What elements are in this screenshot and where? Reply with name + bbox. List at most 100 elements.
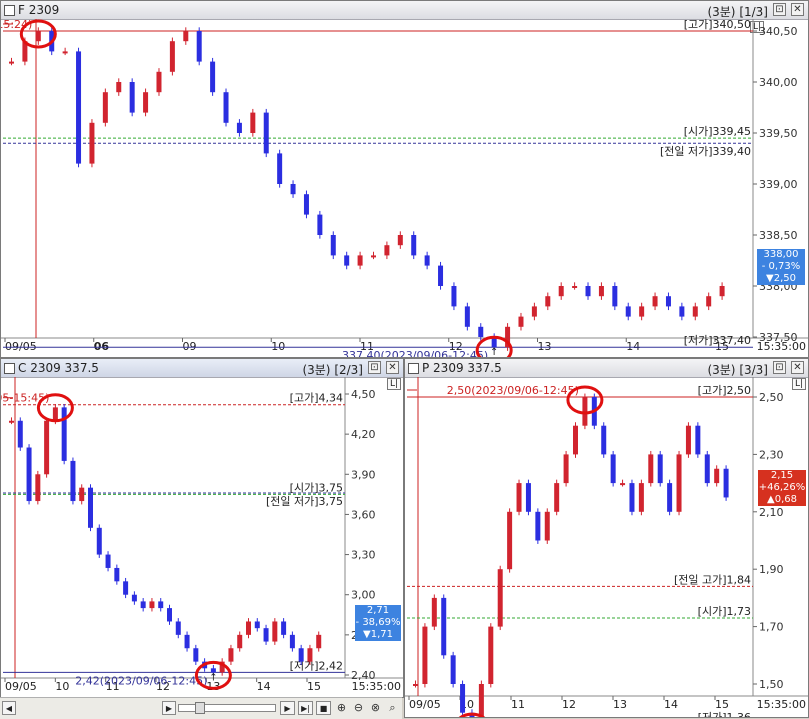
low-arrow: ↑ [209,672,217,683]
x-tick-label: 09/05 [5,680,37,693]
y-tick-label: 339,50 [759,127,798,140]
settings-icon[interactable]: ⊡ [773,3,786,16]
candle-body [9,61,14,64]
x-tick-label: 14 [626,340,640,353]
y-tick-label: 2,50 [759,391,784,404]
candle-body [460,684,466,713]
candle-body [52,407,58,421]
y-tick-label: 340,50 [759,25,798,38]
candle-body [123,581,129,595]
step-button[interactable]: ▶| [298,701,313,715]
candle-body [397,235,403,246]
price-chart-f[interactable]: 340,50 340,00 339,50 339,00 338,50 338,00 337,… [1,19,808,358]
candle-body [620,483,626,486]
candle-body [714,468,720,484]
period-label: (3분) [302,363,331,377]
y-tick-label: 3,90 [351,468,376,481]
candle-body [525,483,531,512]
x-tick-label: 15 [715,698,729,711]
title-bar: F 2309 (3분) [1/3] ⊡ ✕ [1,1,808,20]
candle-body [598,286,604,297]
play-button[interactable]: ▶ [280,701,295,715]
window-icon [4,363,15,374]
candle-body [639,306,645,317]
zoom-out-icon[interactable]: ⊖ [351,701,366,715]
candle-body [250,112,256,133]
candle-body [411,235,417,256]
candle-body [667,483,673,512]
stop-button[interactable]: ■ [316,701,331,715]
candle-body [223,92,229,123]
x-tick-label: 14 [257,680,271,693]
search-icon[interactable]: ⌕ [385,701,400,715]
close-icon[interactable]: ✕ [791,3,804,16]
candle-body [424,255,430,266]
candle-body [149,601,155,609]
y-tick-label: 1,70 [759,621,784,634]
period-and-page: (3분) [3/3] [707,361,768,378]
zoom-fit-icon[interactable]: ⊗ [368,701,383,715]
settings-icon[interactable]: ⊡ [368,361,381,374]
candle-body [601,425,607,455]
candle-body [88,487,93,528]
period-and-page: (3분) [1/3] [707,3,768,20]
price-chart-c[interactable]: 4,504,203,903,603,303,002,702,4009/05101… [1,377,403,698]
x-tick-label: 14 [664,698,678,711]
candle-body [330,235,336,256]
candle-body [563,454,569,484]
time-label: 15:35:00 [757,340,806,353]
candle-body [657,454,663,484]
candle-body [263,628,269,642]
scroll-thumb[interactable] [195,702,205,714]
x-tick-label: 15 [307,680,321,693]
x-tick-label: 11 [511,698,525,711]
candle-body [184,634,190,649]
page-label: [3/3] [739,363,768,377]
settings-icon[interactable]: ⊡ [773,361,786,374]
close-icon[interactable]: ✕ [386,361,399,374]
scroll-track[interactable] [178,702,276,714]
candle-body [246,621,251,635]
low-arrow: ↑ [490,347,498,358]
candle-body [175,621,181,635]
price-chart-p[interactable]: 2,502,302,101,901,701,5009/05 10 11 12 13 14 1… [405,377,808,718]
candle-body [263,112,269,154]
zoom-in-icon[interactable]: ⊕ [334,701,349,715]
scroll-right-button[interactable]: ▶ [162,701,176,715]
candle-body [44,420,50,475]
y-tick-label: 340,00 [759,76,798,89]
candle-body [357,255,363,266]
candle-body [573,425,578,455]
candle-body [488,626,494,684]
price-badge: 2,71 - 38,69% ▼1,71 [355,605,401,641]
time-label: 15:35:00 [352,680,401,693]
price-badge: 338,00 - 0,73% ▼2,50 [757,249,805,285]
y-tick-label: 2,30 [759,448,784,461]
candle-body [531,306,537,317]
candle-body [76,51,82,164]
candle-body [237,634,243,649]
x-tick-label: 06 [94,340,110,353]
candle-body [507,511,513,570]
period-label: (3분) [707,363,736,377]
prev-high-label: [전일 고가]1,84 [674,572,751,586]
candle-body [558,286,564,297]
x-tick-label: 13 [613,698,627,711]
candle-body [35,31,41,42]
low-label: [저가]337,40 [684,334,751,347]
candle-body [316,634,322,649]
change-percent: - 38,69% [355,617,401,628]
candle-body [652,296,658,307]
candle-body [272,621,278,642]
candle-body [676,454,682,512]
candle-body [545,296,551,307]
candle-body [254,621,260,629]
candle-body [228,648,234,662]
low-label: [저가]1,36 [698,711,751,718]
candle-body [518,316,524,327]
change-percent: +46,26% [758,482,806,493]
scroll-left-button[interactable]: ◀ [2,701,16,715]
title-bar: P 2309 337.5 (3분) [3/3] ⊡ ✕ [405,359,808,378]
time-label: 15:35:00 [757,698,806,711]
close-icon[interactable]: ✕ [791,361,804,374]
